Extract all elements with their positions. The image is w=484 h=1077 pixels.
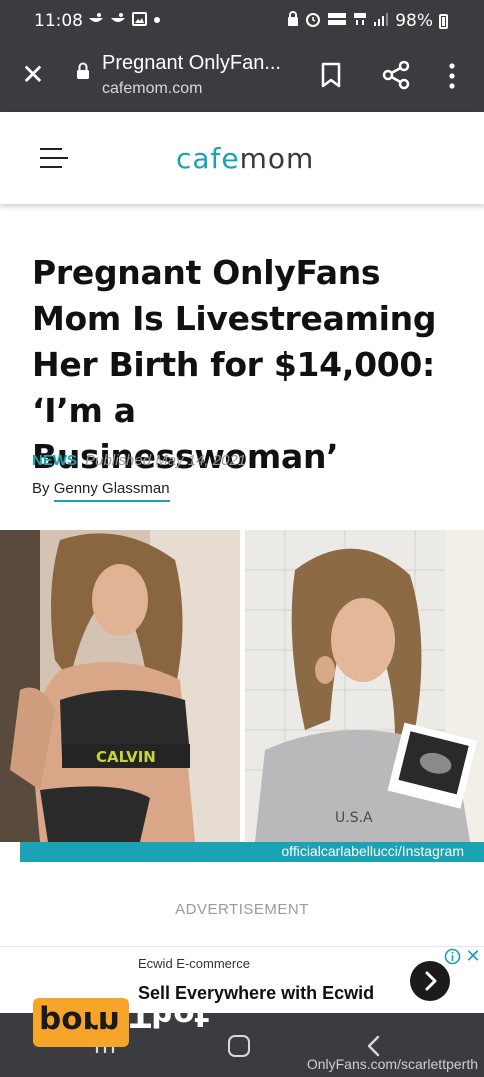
- menu-icon[interactable]: [40, 148, 68, 170]
- home-icon[interactable]: [228, 1035, 250, 1057]
- bookmark-icon[interactable]: [320, 62, 342, 88]
- photo-credit[interactable]: officialcarlabellucci/Instagram: [281, 843, 464, 859]
- left-photo-brand: CALVIN: [96, 748, 156, 766]
- logo-part-mom: mom: [239, 142, 315, 175]
- lock-icon[interactable]: [76, 62, 90, 80]
- ad-brand: Ecwid E-commerce: [138, 956, 250, 971]
- photo-credit-bar: officialcarlabellucci/Instagram: [20, 842, 484, 862]
- ad-close-icon[interactable]: ✕: [464, 947, 482, 965]
- ad-arrow-button[interactable]: [410, 961, 450, 1001]
- article-photo-left: CALVIN: [0, 530, 240, 842]
- notification-icon: [88, 12, 104, 29]
- watermark-box-text: porn: [39, 1004, 120, 1040]
- watermark-logo-text: Thot: [130, 997, 210, 1033]
- battery-percent: 98%: [395, 11, 433, 31]
- notification-icon: [110, 12, 126, 29]
- category-link[interactable]: NEWS: [32, 452, 77, 469]
- site-logo[interactable]: cafemom: [176, 142, 314, 175]
- right-photo-text: U.S.A: [335, 810, 373, 826]
- chevron-right-icon: [425, 971, 437, 991]
- alarm-icon: [305, 11, 321, 31]
- status-system-icons: 98%: [287, 11, 448, 31]
- page-title: Pregnant OnlyFan...: [102, 52, 281, 74]
- publish-date: Published May 14, 2021: [85, 452, 247, 469]
- battery-icon: [439, 13, 448, 29]
- share-icon[interactable]: [382, 60, 410, 90]
- logo-part-cafe: cafe: [176, 142, 240, 175]
- watermark-logo-box: porn: [33, 998, 129, 1047]
- advertisement-label: ADVERTISEMENT: [175, 901, 309, 918]
- article-headline: Pregnant OnlyFans Mom Is Livestreaming H…: [32, 253, 437, 476]
- page-domain: cafemom.com: [102, 80, 203, 97]
- status-notifications: [88, 12, 161, 29]
- byline-prefix: By: [32, 480, 50, 497]
- ad-info-icon[interactable]: [444, 948, 461, 965]
- more-options-icon[interactable]: [444, 62, 460, 90]
- close-icon[interactable]: ✕: [18, 60, 48, 90]
- dot-icon: [153, 12, 161, 29]
- author-link[interactable]: Genny Glassman: [53, 480, 170, 502]
- site-header: cafemom: [0, 112, 484, 204]
- article-photo-right: U.S.A: [245, 530, 484, 842]
- 4g-icon: [353, 11, 367, 31]
- browser-chrome: 11:08 98% ✕ Pregnant OnlyFan... cafemom.…: [0, 0, 484, 112]
- signal-icon: [373, 11, 389, 31]
- back-icon[interactable]: [364, 1035, 384, 1057]
- byline: By Genny Glassman: [32, 480, 170, 502]
- status-bar: 11:08 98%: [0, 0, 484, 42]
- article-meta: NEWS Published May 14, 2021: [32, 452, 246, 469]
- watermark-corner-text: OnlyFans.com/scarlettperth: [306, 1056, 478, 1072]
- image-icon: [132, 12, 147, 29]
- lock-icon: [287, 11, 299, 31]
- volte-icon: [327, 11, 347, 31]
- status-time: 11:08: [34, 11, 83, 31]
- browser-toolbar: ✕ Pregnant OnlyFan... cafemom.com: [0, 42, 484, 112]
